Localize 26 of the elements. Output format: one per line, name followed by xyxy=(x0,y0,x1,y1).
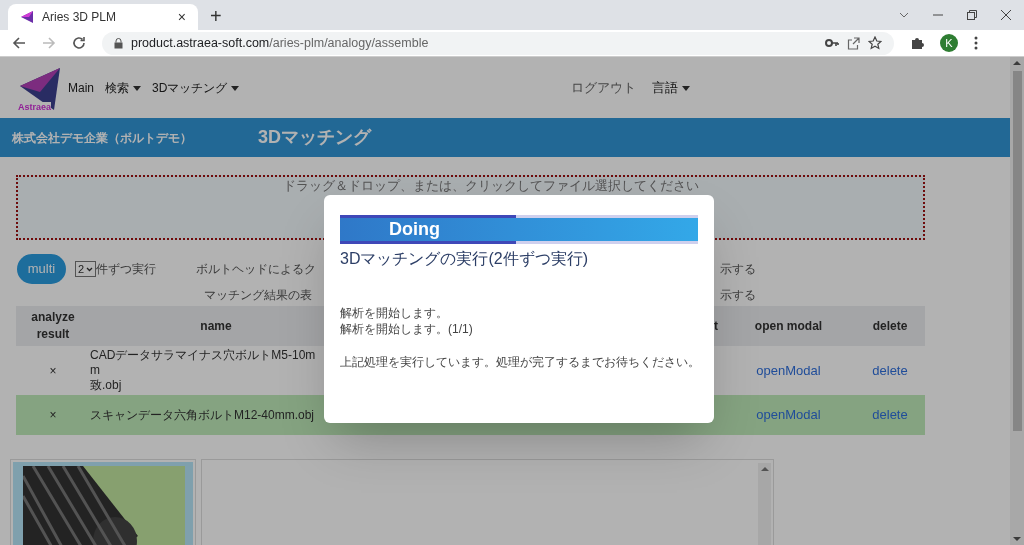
column-header: open modal xyxy=(754,318,823,335)
option-label: ボルトヘッドによるク xyxy=(196,261,317,278)
option-label: 示する xyxy=(720,287,756,304)
company-name: 株式会社デモ企業（ボルトデモ） xyxy=(12,129,193,147)
status-text: Doing xyxy=(389,218,440,241)
column-header: analyze result xyxy=(30,309,76,343)
log-line: 解析を開始します。(1/1) xyxy=(340,321,474,337)
modal-title: 3Dマッチングの実行(2件ずつ実行) xyxy=(340,249,589,269)
result-cell-text: × xyxy=(49,362,57,380)
page-title: 3Dマッチング xyxy=(258,126,371,149)
tab-title: Aries 3D PLM xyxy=(42,9,118,26)
url-text: product.astraea-soft.com/aries-plm/analogy/assemble xyxy=(131,34,430,52)
column-header: t xyxy=(714,318,718,335)
file-name: スキャンデータ六角ボルトM12-40mm.obj xyxy=(90,407,315,423)
option-label: 示する xyxy=(720,261,757,278)
wait-message: 上記処理を実行しています。処理が完了するまでお待ちください。 xyxy=(340,354,698,371)
batch-size-label: 件ずつ実行 xyxy=(96,261,157,278)
result-cell-text: × xyxy=(49,407,57,424)
file-name: CADデータサラマイナス穴ボルトM5-10mm xyxy=(90,348,317,378)
option-label: マッチング結果の表 xyxy=(204,287,313,304)
column-header: delete xyxy=(872,318,908,335)
drop-zone-hint: ドラッグ＆ドロップ、または、クリックしてファイル選択してください xyxy=(282,178,699,194)
file-name: 致.obj xyxy=(90,378,122,393)
column-header: name xyxy=(200,318,232,335)
log-line: 解析を開始します。 xyxy=(340,305,449,321)
logo-text: Astraea xyxy=(18,101,52,112)
